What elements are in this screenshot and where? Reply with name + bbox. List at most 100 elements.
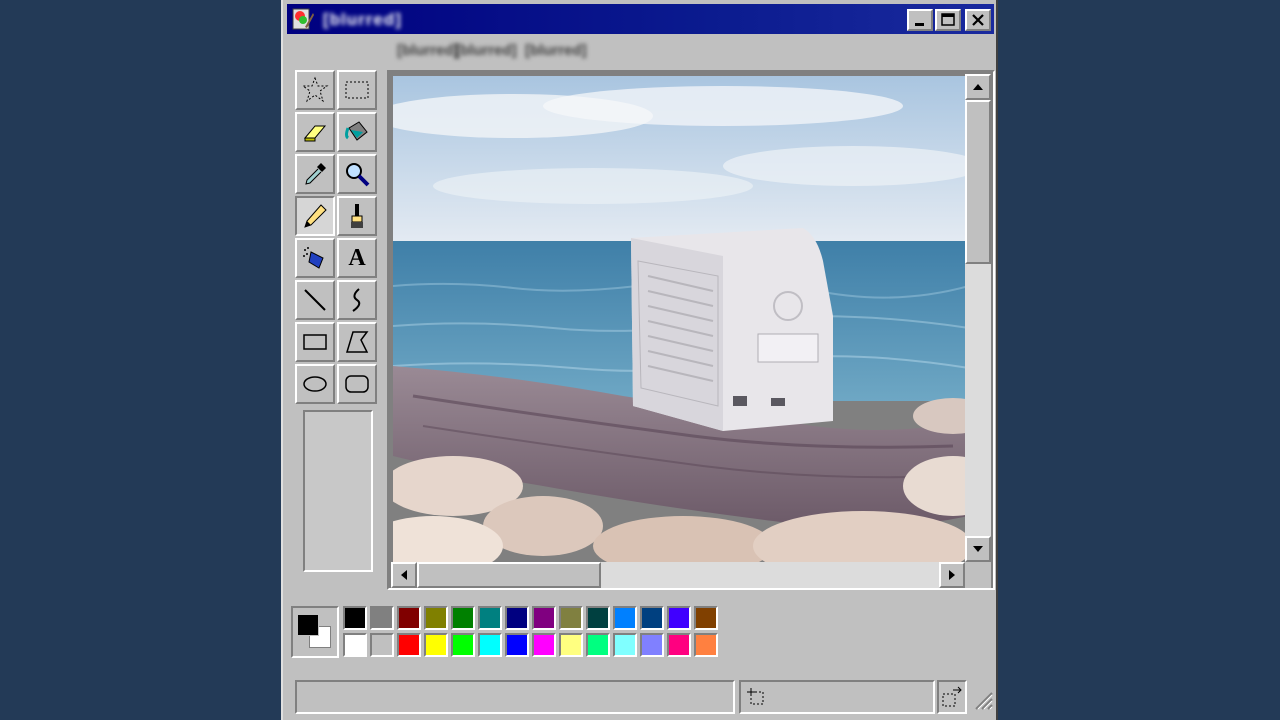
- tool-select[interactable]: [337, 70, 377, 110]
- status-size-pane: [937, 680, 967, 714]
- tool-eraser[interactable]: [295, 112, 335, 152]
- status-position-pane: [739, 680, 935, 714]
- maximize-icon: [941, 13, 955, 26]
- color-swatch[interactable]: [694, 606, 718, 630]
- arrow-down-icon: [973, 546, 983, 552]
- rectangle-icon: [303, 334, 327, 350]
- curve-icon: [352, 288, 361, 312]
- tool-options-panel[interactable]: [303, 410, 373, 572]
- scroll-left-button[interactable]: [391, 562, 417, 588]
- tool-brush[interactable]: [337, 196, 377, 236]
- color-swatch[interactable]: [586, 606, 610, 630]
- color-swatch[interactable]: [667, 633, 691, 657]
- color-swatch[interactable]: [532, 633, 556, 657]
- arrow-right-icon: [949, 570, 955, 580]
- tool-rounded-rectangle[interactable]: [337, 364, 377, 404]
- toolbox: A: [293, 70, 381, 590]
- color-swatch[interactable]: [613, 606, 637, 630]
- vertical-scroll-thumb[interactable]: [965, 100, 991, 264]
- color-swatch[interactable]: [586, 633, 610, 657]
- ellipse-icon: [303, 376, 327, 392]
- color-swatch[interactable]: [451, 606, 475, 630]
- menu-item-1[interactable]: [blurred]: [397, 42, 459, 59]
- color-swatch[interactable]: [505, 606, 529, 630]
- paint-app-icon[interactable]: [291, 7, 315, 31]
- rounded-rect-icon: [345, 375, 369, 393]
- vertical-scrollbar[interactable]: [965, 74, 991, 562]
- color-swatch[interactable]: [694, 633, 718, 657]
- color-swatch[interactable]: [559, 633, 583, 657]
- tool-pencil[interactable]: [295, 196, 335, 236]
- horizontal-scroll-thumb[interactable]: [417, 562, 601, 588]
- window-title: [blurred]: [323, 10, 402, 29]
- current-colors[interactable]: [291, 606, 339, 658]
- color-swatch[interactable]: [370, 606, 394, 630]
- tool-rectangle[interactable]: [295, 322, 335, 362]
- position-icon: [747, 688, 764, 705]
- tool-free-form-select[interactable]: [295, 70, 335, 110]
- status-bar: [293, 678, 993, 716]
- color-swatch[interactable]: [343, 606, 367, 630]
- brush-icon: [351, 204, 363, 228]
- color-swatch[interactable]: [478, 633, 502, 657]
- canvas-frame: [387, 70, 995, 590]
- color-swatch[interactable]: [424, 606, 448, 630]
- color-swatch[interactable]: [370, 633, 394, 657]
- menu-item-2[interactable]: [blurred]: [455, 42, 517, 59]
- color-swatch[interactable]: [640, 633, 664, 657]
- color-swatch[interactable]: [343, 633, 367, 657]
- menu-bar: [blurred] [blurred] [blurred]: [287, 38, 994, 66]
- color-swatch[interactable]: [397, 606, 421, 630]
- tool-pick-color[interactable]: [295, 154, 335, 194]
- color-swatch[interactable]: [667, 606, 691, 630]
- paint-window: [blurred] [blurred] [blurred] [blurred]: [281, 0, 998, 720]
- color-swatch[interactable]: [478, 606, 502, 630]
- airbrush-icon: [303, 247, 324, 269]
- eraser-icon: [303, 125, 327, 142]
- star-select-icon: [301, 76, 329, 103]
- color-swatch[interactable]: [640, 606, 664, 630]
- rect-select-icon: [345, 81, 369, 99]
- scroll-down-button[interactable]: [965, 536, 991, 562]
- tool-airbrush[interactable]: [295, 238, 335, 278]
- polygon-icon: [345, 331, 369, 353]
- foreground-color-swatch[interactable]: [297, 614, 319, 636]
- line-icon: [304, 289, 326, 311]
- scroll-right-button[interactable]: [939, 562, 965, 588]
- tool-text[interactable]: A: [337, 238, 377, 278]
- minimize-button[interactable]: [907, 9, 933, 31]
- color-swatch[interactable]: [532, 606, 556, 630]
- horizontal-scrollbar[interactable]: [391, 562, 965, 588]
- scrollbar-corner: [965, 562, 991, 588]
- canvas-photo: [393, 76, 969, 564]
- color-swatch[interactable]: [559, 606, 583, 630]
- magnifier-icon: [346, 163, 370, 187]
- arrow-left-icon: [401, 570, 407, 580]
- color-palette: [289, 604, 721, 660]
- eyedropper-icon: [305, 163, 326, 185]
- close-icon: [972, 14, 984, 26]
- color-swatch[interactable]: [424, 633, 448, 657]
- scroll-up-button[interactable]: [965, 74, 991, 100]
- menu-item-3[interactable]: [blurred]: [525, 42, 587, 59]
- color-swatch[interactable]: [505, 633, 529, 657]
- resize-grip-icon[interactable]: [971, 688, 993, 710]
- close-button[interactable]: [965, 9, 991, 31]
- arrow-up-icon: [973, 84, 983, 90]
- color-swatch[interactable]: [613, 633, 637, 657]
- tool-fill[interactable]: [337, 112, 377, 152]
- title-bar[interactable]: [blurred]: [287, 4, 994, 34]
- color-swatch[interactable]: [451, 633, 475, 657]
- status-text-pane: [295, 680, 735, 714]
- pencil-icon: [304, 204, 327, 228]
- tool-magnifier[interactable]: [337, 154, 377, 194]
- text-icon: A: [348, 244, 366, 271]
- color-swatch[interactable]: [397, 633, 421, 657]
- tool-curve[interactable]: [337, 280, 377, 320]
- tool-line[interactable]: [295, 280, 335, 320]
- canvas[interactable]: [393, 76, 969, 564]
- tool-ellipse[interactable]: [295, 364, 335, 404]
- maximize-button[interactable]: [935, 9, 961, 31]
- tool-polygon[interactable]: [337, 322, 377, 362]
- minimize-icon: [915, 23, 924, 26]
